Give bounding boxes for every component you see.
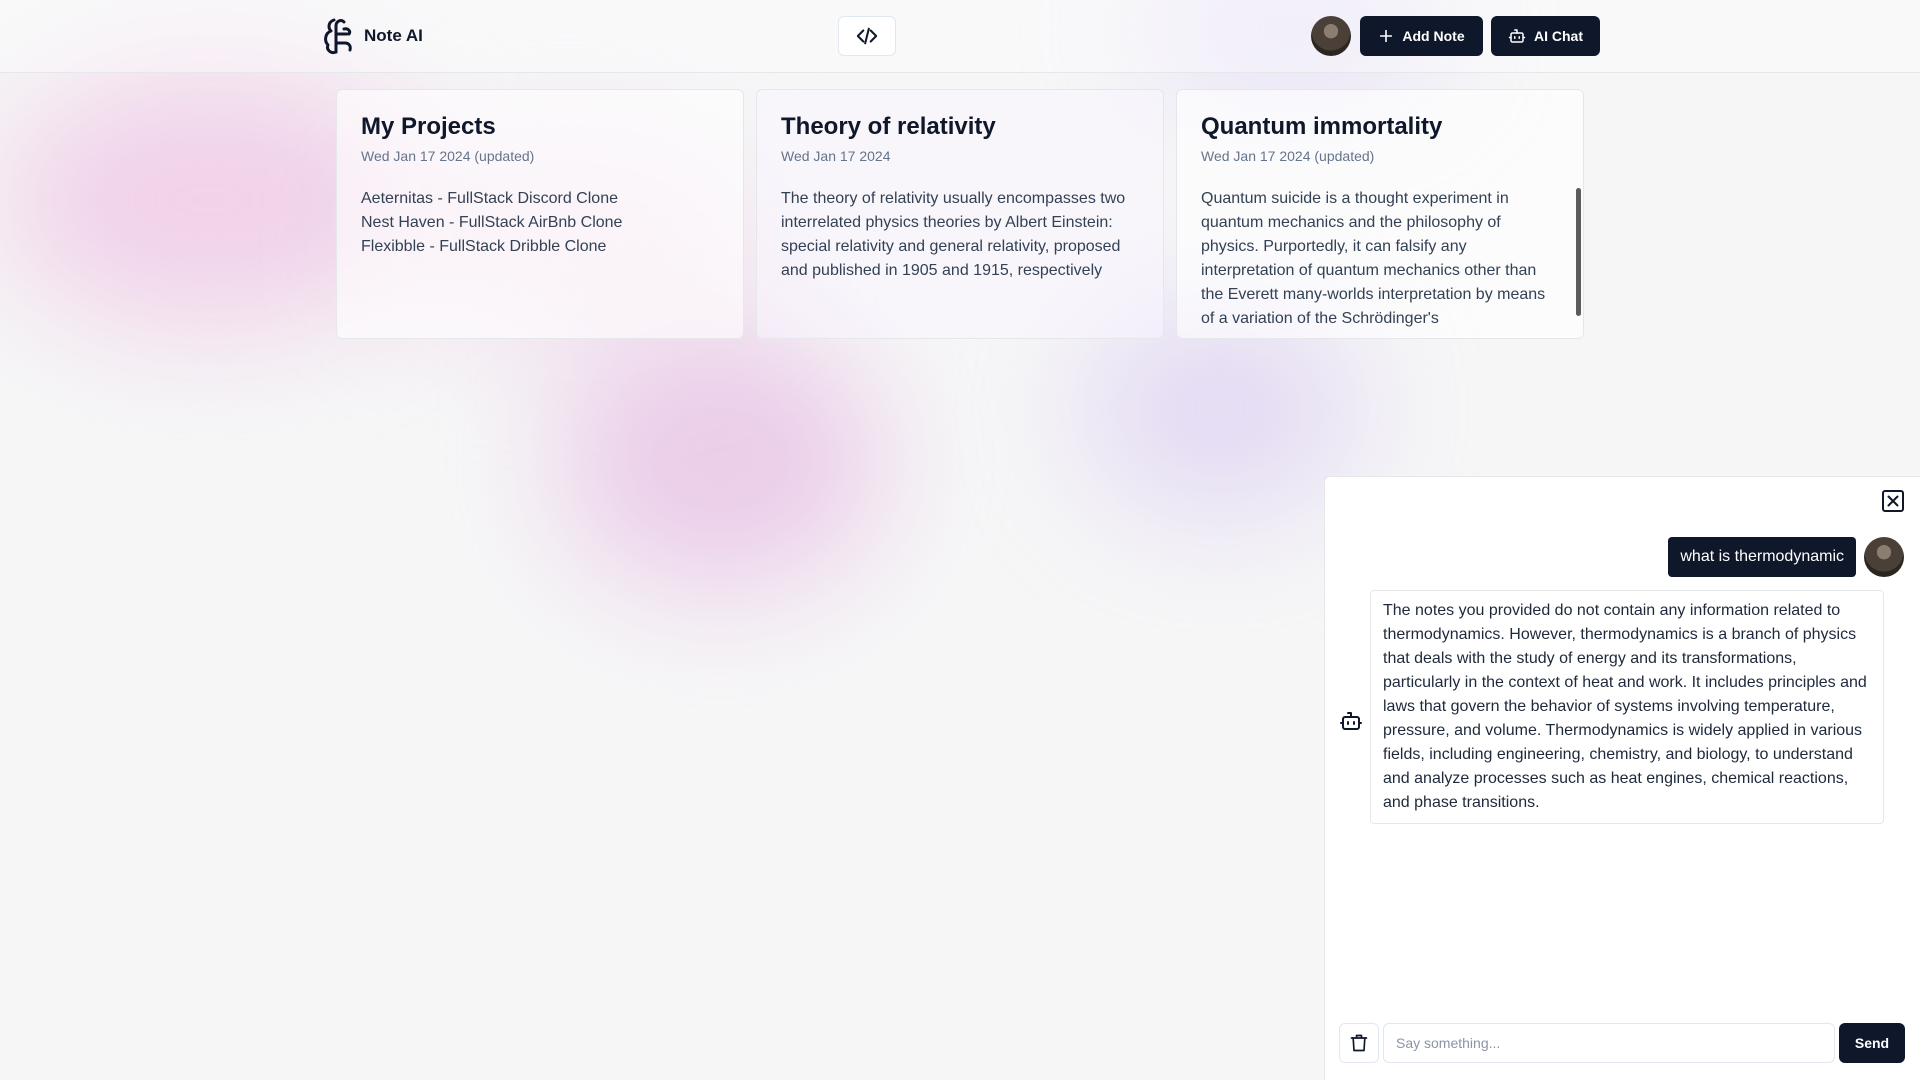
bot-icon: [1508, 29, 1526, 43]
send-button[interactable]: Send: [1839, 1023, 1905, 1063]
brand-name: Note AI: [364, 26, 423, 45]
note-title: My Projects: [361, 113, 496, 140]
note-date: Wed Jan 17 2024: [781, 148, 891, 164]
note-body: Aeternitas - FullStack Discord Clone Nes…: [361, 190, 623, 255]
close-chat-button[interactable]: [1881, 489, 1905, 513]
clear-chat-button[interactable]: [1339, 1023, 1379, 1063]
add-note-label: Add Note: [1402, 28, 1465, 44]
assistant-message: The notes you provided do not contain an…: [1370, 590, 1884, 824]
background-glow: [560, 330, 880, 590]
user-avatar[interactable]: [1311, 16, 1351, 56]
note-date: Wed Jan 17 2024 (updated): [1201, 148, 1375, 164]
user-message: what is thermodynamic: [1668, 537, 1856, 577]
source-code-button[interactable]: [838, 16, 896, 56]
ai-chat-button[interactable]: AI Chat: [1491, 16, 1600, 56]
plus-icon: [1380, 29, 1393, 43]
ai-chat-label: AI Chat: [1534, 28, 1583, 44]
ai-chat-panel: what is thermodynamic The notes you prov…: [1324, 476, 1920, 1080]
close-icon: [1882, 490, 1904, 512]
note-scrollbar[interactable]: [1576, 188, 1581, 316]
code-icon: [856, 27, 878, 45]
note-body: The theory of relativity usually encompa…: [781, 190, 1126, 279]
note-title: Theory of relativity: [781, 113, 996, 140]
top-navbar: Note AI Add Note AI Chat: [0, 0, 1920, 73]
note-card[interactable]: My Projects Wed Jan 17 2024 (updated) Ae…: [336, 89, 744, 339]
add-note-button[interactable]: Add Note: [1360, 16, 1483, 56]
brand-home-link[interactable]: Note AI: [320, 16, 423, 56]
note-card[interactable]: Theory of relativity Wed Jan 17 2024 The…: [756, 89, 1164, 339]
brain-logo-icon: [324, 18, 352, 54]
bot-icon: [1340, 712, 1362, 730]
user-avatar: [1864, 537, 1904, 577]
note-card[interactable]: Quantum immortality Wed Jan 17 2024 (upd…: [1176, 89, 1584, 339]
note-body: Quantum suicide is a thought experiment …: [1201, 190, 1546, 327]
trash-icon: [1350, 1034, 1368, 1052]
user-message-row: what is thermodynamic: [1668, 537, 1904, 577]
chat-input[interactable]: [1383, 1023, 1835, 1063]
note-date: Wed Jan 17 2024 (updated): [361, 148, 535, 164]
note-title: Quantum immortality: [1201, 113, 1443, 140]
